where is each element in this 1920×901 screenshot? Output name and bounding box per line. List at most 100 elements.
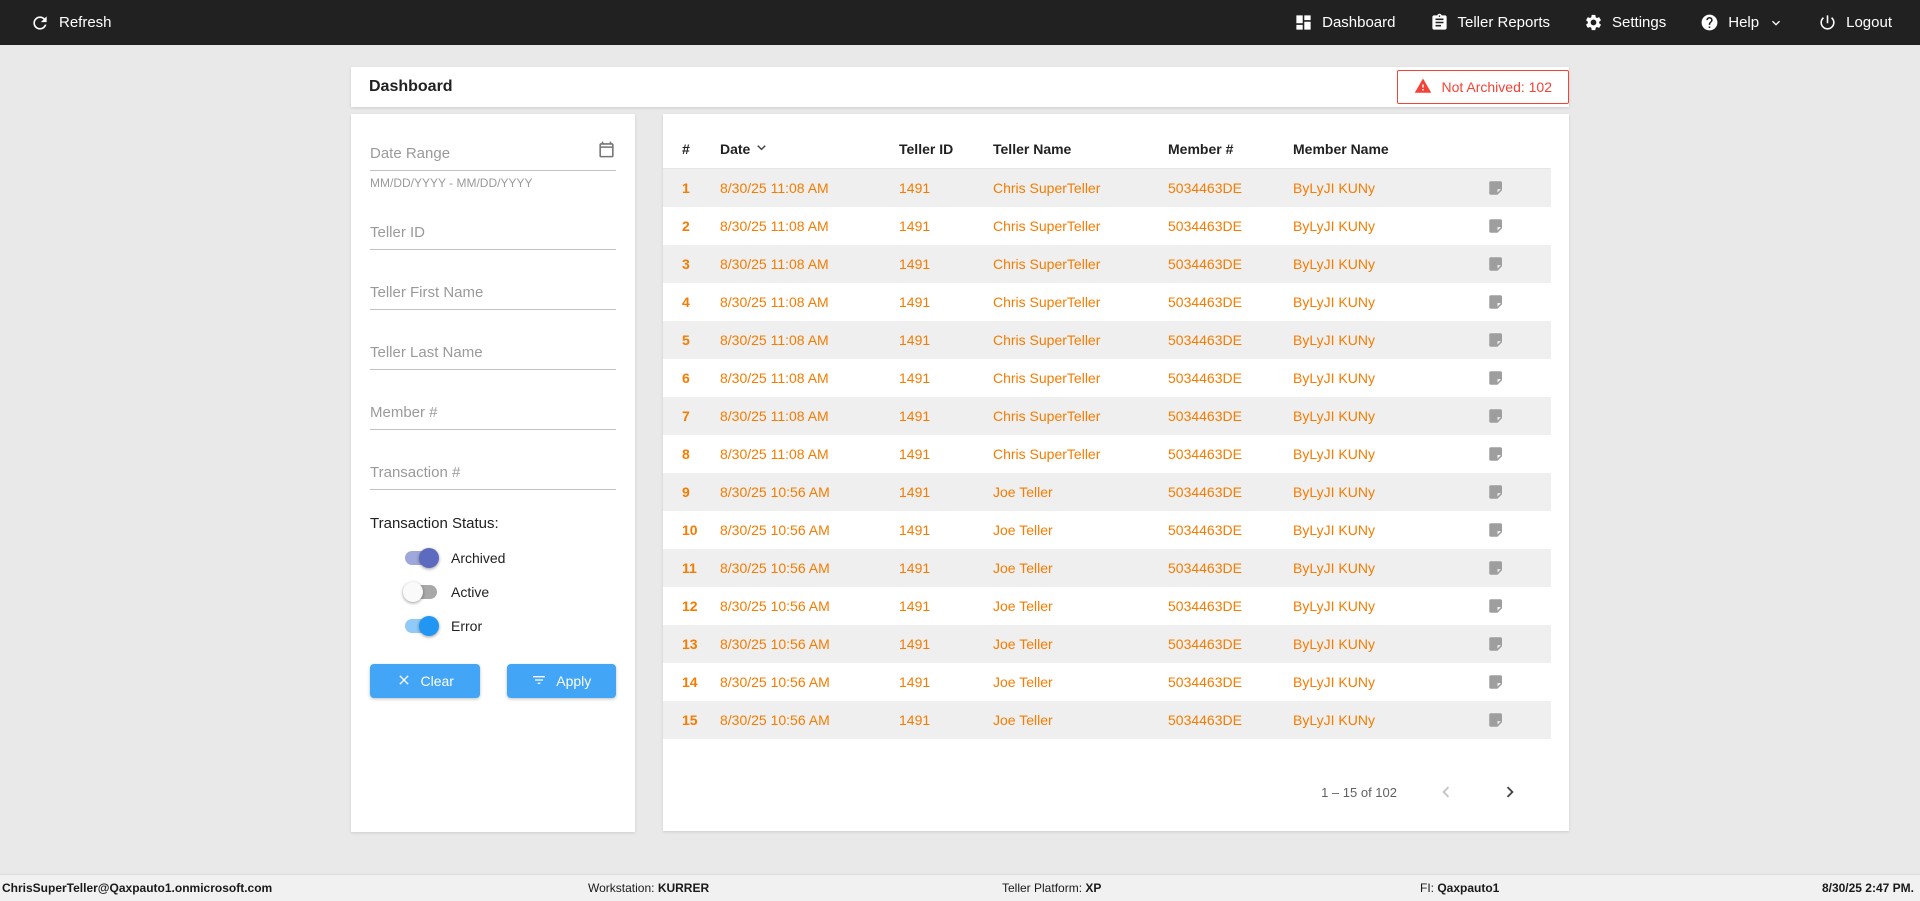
row-date: 8/30/25 10:56 AM xyxy=(720,673,830,690)
row-note-icon[interactable] xyxy=(1487,473,1551,511)
row-note-icon[interactable] xyxy=(1487,207,1551,245)
row-number: 5 xyxy=(682,331,690,348)
row-member-name: ByLyJI KUNy xyxy=(1293,635,1375,652)
row-note-icon[interactable] xyxy=(1487,245,1551,283)
row-note-icon[interactable] xyxy=(1487,283,1551,321)
not-archived-label: Not Archived: 102 xyxy=(1441,79,1552,95)
row-number: 4 xyxy=(682,293,690,310)
row-teller-id: 1491 xyxy=(899,331,931,348)
row-teller-name: Joe Teller xyxy=(993,635,1053,652)
table-row[interactable]: 1 8/30/25 11:08 AM 1491 Chris SuperTelle… xyxy=(663,168,1551,207)
row-note-icon[interactable] xyxy=(1487,511,1551,549)
row-teller-name: Chris SuperTeller xyxy=(993,369,1101,386)
column-header-date[interactable]: Date xyxy=(720,130,899,169)
table-row[interactable]: 7 8/30/25 11:08 AM 1491 Chris SuperTelle… xyxy=(663,396,1551,435)
transactions-table: # Date Teller ID Teller Name Member # Me… xyxy=(663,130,1551,739)
row-note-icon[interactable] xyxy=(1487,663,1551,701)
row-date: 8/30/25 11:08 AM xyxy=(720,331,829,348)
table-row[interactable]: 15 8/30/25 10:56 AM 1491 Joe Teller 5034… xyxy=(663,700,1551,739)
row-teller-name: Chris SuperTeller xyxy=(993,179,1101,196)
row-member-name: ByLyJI KUNy xyxy=(1293,179,1375,196)
row-member-name: ByLyJI KUNy xyxy=(1293,711,1375,728)
nav-dashboard-label: Dashboard xyxy=(1322,14,1396,31)
row-note-icon[interactable] xyxy=(1487,587,1551,625)
refresh-icon xyxy=(30,13,50,33)
row-note-icon[interactable] xyxy=(1487,397,1551,435)
row-member-num: 5034463DE xyxy=(1168,483,1242,500)
nav-dashboard[interactable]: Dashboard xyxy=(1294,13,1396,32)
toggle-archived[interactable]: Archived xyxy=(403,548,616,568)
next-page-button[interactable] xyxy=(1495,777,1525,807)
nav-settings[interactable]: Settings xyxy=(1584,13,1666,32)
row-note-icon[interactable] xyxy=(1487,359,1551,397)
row-note-icon[interactable] xyxy=(1487,169,1551,207)
table-row[interactable]: 12 8/30/25 10:56 AM 1491 Joe Teller 5034… xyxy=(663,587,1551,625)
row-member-num: 5034463DE xyxy=(1168,673,1242,690)
table-row[interactable]: 9 8/30/25 10:56 AM 1491 Joe Teller 50344… xyxy=(663,472,1551,511)
row-member-num: 5034463DE xyxy=(1168,711,1242,728)
row-note-icon[interactable] xyxy=(1487,435,1551,473)
row-teller-name: Chris SuperTeller xyxy=(993,407,1101,424)
member-number-input[interactable] xyxy=(370,395,616,430)
table-row[interactable]: 5 8/30/25 11:08 AM 1491 Chris SuperTelle… xyxy=(663,320,1551,359)
row-number: 9 xyxy=(682,483,690,500)
reports-icon xyxy=(1430,13,1449,32)
clear-button[interactable]: Clear xyxy=(370,664,480,698)
transactions-table-card: # Date Teller ID Teller Name Member # Me… xyxy=(663,114,1569,831)
row-number: 1 xyxy=(682,179,690,196)
page-title: Dashboard xyxy=(369,78,453,95)
row-teller-id: 1491 xyxy=(899,179,931,196)
row-member-name: ByLyJI KUNy xyxy=(1293,521,1375,538)
teller-last-name-input[interactable] xyxy=(370,335,616,370)
row-note-icon[interactable] xyxy=(1487,549,1551,587)
date-range-hint: MM/DD/YYYY - MM/DD/YYYY xyxy=(370,176,533,190)
toggle-active[interactable]: Active xyxy=(403,582,616,602)
gear-icon xyxy=(1584,13,1603,32)
not-archived-badge[interactable]: Not Archived: 102 xyxy=(1397,70,1569,104)
apply-button[interactable]: Apply xyxy=(506,664,616,698)
table-row[interactable]: 14 8/30/25 10:56 AM 1491 Joe Teller 5034… xyxy=(663,663,1551,701)
row-number: 12 xyxy=(682,597,698,614)
table-row[interactable]: 11 8/30/25 10:56 AM 1491 Joe Teller 5034… xyxy=(663,548,1551,587)
row-number: 10 xyxy=(682,521,698,538)
row-member-num: 5034463DE xyxy=(1168,255,1242,272)
toggle-error[interactable]: Error xyxy=(403,616,616,636)
table-row[interactable]: 3 8/30/25 11:08 AM 1491 Chris SuperTelle… xyxy=(663,244,1551,283)
toggle-switch[interactable] xyxy=(403,582,439,602)
calendar-icon[interactable] xyxy=(597,140,616,162)
transaction-status-label: Transaction Status: xyxy=(370,515,499,532)
previous-page-button[interactable] xyxy=(1431,777,1461,807)
row-member-name: ByLyJI KUNy xyxy=(1293,559,1375,576)
row-note-icon[interactable] xyxy=(1487,625,1551,663)
row-teller-name: Chris SuperTeller xyxy=(993,331,1101,348)
table-body: 1 8/30/25 11:08 AM 1491 Chris SuperTelle… xyxy=(663,168,1551,739)
row-member-num: 5034463DE xyxy=(1168,445,1242,462)
teller-first-name-input[interactable] xyxy=(370,275,616,310)
table-row[interactable]: 2 8/30/25 11:08 AM 1491 Chris SuperTelle… xyxy=(663,207,1551,245)
nav-logout[interactable]: Logout xyxy=(1818,13,1892,32)
row-member-num: 5034463DE xyxy=(1168,635,1242,652)
date-range-input[interactable] xyxy=(370,136,616,171)
transaction-number-input[interactable] xyxy=(370,455,616,490)
dashboard-icon xyxy=(1294,13,1313,32)
row-member-name: ByLyJI KUNy xyxy=(1293,483,1375,500)
table-row[interactable]: 8 8/30/25 11:08 AM 1491 Chris SuperTelle… xyxy=(663,435,1551,473)
toggle-switch[interactable] xyxy=(403,548,439,568)
row-date: 8/30/25 11:08 AM xyxy=(720,217,829,234)
chevron-down-icon xyxy=(1768,15,1784,31)
row-number: 15 xyxy=(682,711,698,728)
row-note-icon[interactable] xyxy=(1487,701,1551,739)
table-row[interactable]: 4 8/30/25 11:08 AM 1491 Chris SuperTelle… xyxy=(663,283,1551,321)
column-header-teller-id: Teller ID xyxy=(899,141,954,157)
refresh-button[interactable]: Refresh xyxy=(30,13,112,33)
toggle-switch[interactable] xyxy=(403,616,439,636)
teller-id-input[interactable] xyxy=(370,215,616,250)
nav-help[interactable]: Help xyxy=(1700,13,1784,32)
row-note-icon[interactable] xyxy=(1487,321,1551,359)
table-row[interactable]: 10 8/30/25 10:56 AM 1491 Joe Teller 5034… xyxy=(663,511,1551,549)
nav-teller-reports[interactable]: Teller Reports xyxy=(1430,13,1550,32)
page-header: Dashboard Not Archived: 102 xyxy=(351,67,1569,107)
table-row[interactable]: 13 8/30/25 10:56 AM 1491 Joe Teller 5034… xyxy=(663,624,1551,663)
clear-button-label: Clear xyxy=(420,673,454,689)
table-row[interactable]: 6 8/30/25 11:08 AM 1491 Chris SuperTelle… xyxy=(663,359,1551,397)
